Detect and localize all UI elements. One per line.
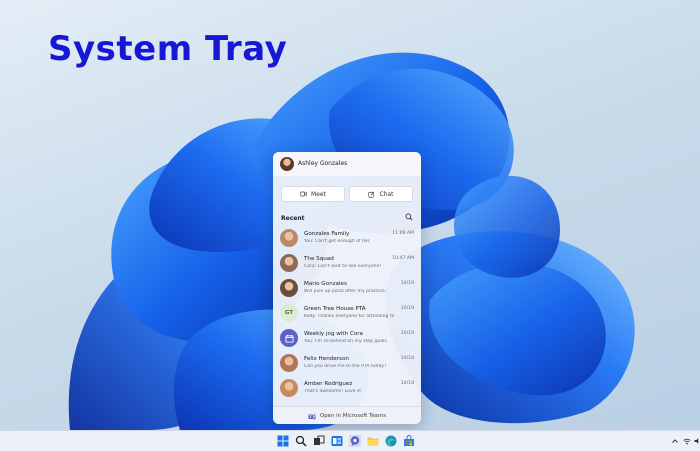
chat-list-item[interactable]: Felix Henderson Can you drive me to the P…	[273, 351, 421, 375]
taskbar	[0, 430, 700, 451]
user-avatar[interactable]	[280, 157, 294, 171]
chat-list-item[interactable]: GT Green Tree House PTA Kelly: Thanks ever…	[273, 301, 421, 325]
chat-preview: You: Can't get enough of her.	[304, 239, 371, 244]
chat-timestamp: 10:47 AM	[392, 256, 414, 261]
task-view-icon[interactable]	[313, 435, 325, 447]
contact-avatar	[280, 254, 298, 272]
chat-name: Gonzales Family	[304, 231, 350, 237]
volume-icon[interactable]	[694, 437, 700, 445]
chat-name: Green Tree House PTA	[304, 306, 366, 312]
recent-label: Recent	[281, 215, 305, 222]
open-in-teams-link[interactable]: T Open in Microsoft Teams	[273, 406, 421, 424]
chat-name: Mario Gonzales	[304, 281, 347, 287]
page-heading: System Tray	[48, 29, 288, 69]
chat-name: The Squad	[304, 256, 334, 262]
meet-label: Meet	[311, 190, 326, 198]
chat-icon[interactable]	[349, 435, 361, 447]
chat-preview: That's awesome! Love it!	[304, 389, 362, 394]
chat-preview: Will pick up pizza after my practice.	[304, 289, 387, 294]
widgets-icon[interactable]	[331, 435, 343, 447]
chat-name: Felix Henderson	[304, 356, 349, 362]
store-icon[interactable]	[403, 435, 415, 447]
file-explorer-icon[interactable]	[367, 435, 379, 447]
chat-timestamp: 10/18	[400, 356, 414, 361]
chat-timestamp: 10/19	[400, 281, 414, 286]
flyout-header: Ashley Gonzales	[273, 152, 421, 176]
contact-avatar	[280, 354, 298, 372]
meet-button[interactable]: Meet	[281, 186, 345, 202]
calendar-icon	[280, 329, 298, 347]
video-camera-icon	[300, 191, 307, 197]
chat-name: Amber Rodriguez	[304, 381, 353, 387]
chat-list-item[interactable]: Weekly jog with Cora You: I'm so behind o…	[273, 326, 421, 350]
chat-name: Weekly jog with Cora	[304, 331, 363, 337]
chat-list-item[interactable]: The Squad Cora: Can't wait to see everyon…	[273, 251, 421, 275]
compose-icon	[368, 191, 375, 198]
contact-avatar	[280, 379, 298, 397]
chat-list-item[interactable]: Amber Rodriguez That's awesome! Love it! 1…	[273, 376, 421, 400]
chat-preview: You: I'm so behind on my step goals.	[304, 339, 389, 344]
teams-icon: T	[308, 413, 316, 419]
chat-timestamp: 11:09 AM	[392, 231, 414, 236]
chat-preview: Cora: Can't wait to see everyone!	[304, 264, 382, 269]
wifi-icon[interactable]	[683, 437, 691, 445]
footer-label: Open in Microsoft Teams	[319, 413, 387, 419]
teams-chat-flyout: Ashley Gonzales Meet Chat Recent Gonzale…	[273, 152, 421, 424]
chat-timestamp: 10/19	[400, 306, 414, 311]
chat-list-item[interactable]: Mario Gonzales Will pick up pizza after m…	[273, 276, 421, 300]
search-icon[interactable]	[295, 435, 307, 447]
chat-preview: Can you drive me to the PTA today?	[304, 364, 387, 369]
contact-avatar	[280, 229, 298, 247]
chat-label: Chat	[379, 190, 394, 198]
chat-timestamp: 10/19	[400, 331, 414, 336]
contact-avatar	[280, 279, 298, 297]
group-avatar: GT	[280, 304, 298, 322]
edge-icon[interactable]	[385, 435, 397, 447]
chevron-up-icon[interactable]	[671, 437, 679, 445]
user-name: Ashley Gonzales	[298, 160, 348, 167]
chat-timestamp: 10/18	[400, 381, 414, 386]
chat-preview: Kelly: Thanks everyone for attending tod…	[304, 314, 394, 319]
windows-start-icon[interactable]	[277, 435, 289, 447]
chat-list-item[interactable]: Gonzales Family You: Can't get enough of …	[273, 226, 421, 250]
chat-button[interactable]: Chat	[349, 186, 413, 202]
search-icon[interactable]	[405, 213, 413, 221]
